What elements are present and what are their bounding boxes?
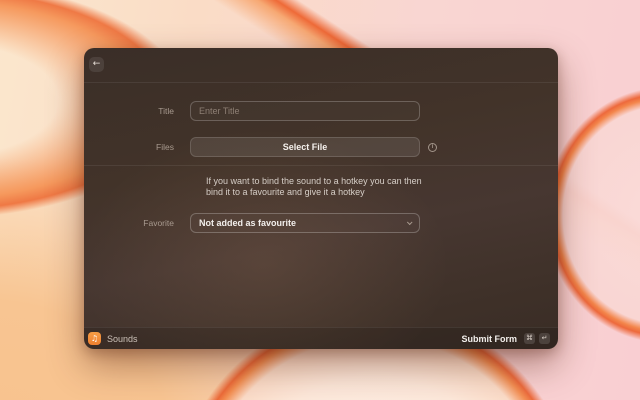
favorite-dropdown[interactable]: Not added as favourite <box>190 213 420 233</box>
submit-form-label: Submit Form <box>462 334 518 344</box>
form-body: Title Files Select File i If you want to… <box>84 83 558 327</box>
hotkey-description-line2: bind it to a favourite and give it a hot… <box>206 187 422 198</box>
hotkey-description-row: If you want to bind the sound to a hotke… <box>84 176 558 197</box>
sounds-app-icon: ♫ <box>88 332 101 345</box>
favorite-dropdown-value: Not added as favourite <box>199 218 296 228</box>
title-input[interactable] <box>190 101 420 121</box>
info-icon[interactable]: i <box>428 143 437 152</box>
action-bar: ♫ Sounds Submit Form ⌘ ↵ <box>84 327 558 349</box>
app-name: Sounds <box>107 334 138 344</box>
title-label: Title <box>84 101 190 121</box>
app-window: ← Title Files Select File i If you want … <box>84 48 558 349</box>
files-label: Files <box>84 137 190 157</box>
favorite-label: Favorite <box>84 213 190 233</box>
form-row-title: Title <box>84 101 558 121</box>
hotkey-description-line1: If you want to bind the sound to a hotke… <box>206 176 422 187</box>
submit-form-button[interactable]: Submit Form ⌘ ↵ <box>462 333 551 344</box>
return-key-icon: ↵ <box>539 333 550 344</box>
select-file-button[interactable]: Select File <box>190 137 420 157</box>
app-identity: ♫ Sounds <box>88 332 138 345</box>
section-divider <box>84 165 558 166</box>
chevron-down-icon <box>407 219 413 225</box>
form-row-favorite: Favorite Not added as favourite <box>84 213 558 233</box>
window-header: ← <box>84 48 558 83</box>
hotkey-description: If you want to bind the sound to a hotke… <box>206 176 422 197</box>
form-row-files: Files Select File i <box>84 137 558 157</box>
desktop-wallpaper: ← Title Files Select File i If you want … <box>0 0 640 400</box>
back-button[interactable]: ← <box>89 57 104 72</box>
command-key-icon: ⌘ <box>524 333 535 344</box>
